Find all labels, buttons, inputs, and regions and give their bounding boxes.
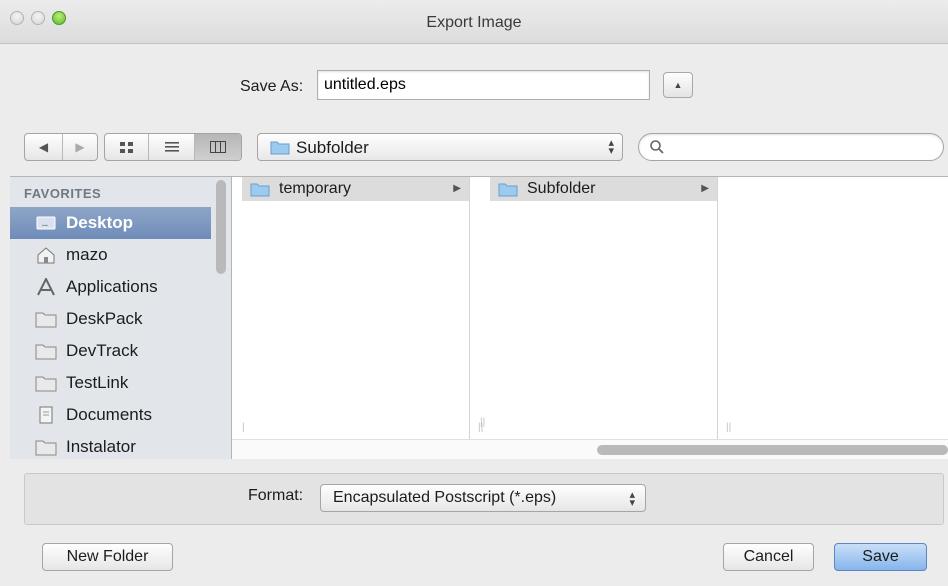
horizontal-scrollbar[interactable] (232, 439, 948, 459)
browser-column-3: || (726, 177, 948, 439)
sidebar-item-label: mazo (66, 245, 108, 264)
sidebar-item-label: Desktop (66, 213, 134, 232)
desktop-icon: ... (35, 214, 57, 232)
sidebar-item-label: Documents (66, 405, 152, 424)
location-label: Subfolder (296, 138, 369, 157)
title-bar: Export Image (0, 0, 948, 44)
format-label: Format: (248, 487, 304, 504)
column-resize-handle[interactable]: || (726, 422, 731, 433)
disclosure-arrow-icon: ▶ (701, 183, 709, 194)
sidebar-item-mazo[interactable]: mazo (10, 239, 211, 271)
collapse-dialog-button[interactable]: ▲ (663, 72, 693, 98)
sidebar-item-label: TestLink (66, 373, 129, 392)
location-popup[interactable]: Subfolder ▴ ▾ (257, 133, 623, 161)
column-view-button[interactable] (193, 134, 241, 160)
folder-icon (35, 438, 57, 456)
sidebar: FAVORITES ... Desktop mazo Applications … (10, 177, 232, 459)
sidebar-item-testlink[interactable]: TestLink (10, 367, 211, 399)
updown-arrows-icon: ▴ ▾ (608, 137, 614, 157)
folder-icon (250, 183, 270, 197)
browser-column-2: Subfolder ▶ || (478, 177, 718, 439)
browser-column-1: temporary ▶ | (242, 177, 470, 439)
sidebar-scrollbar[interactable] (216, 180, 226, 274)
back-arrow-icon: ◀ (38, 140, 49, 154)
navigation-toolbar: ◀ ▶ Subfolder ▴ ▾ (0, 133, 948, 163)
disclosure-arrow-icon: ▶ (453, 183, 461, 194)
new-folder-button[interactable]: New Folder (42, 543, 173, 571)
column-resize-handle[interactable]: | (242, 422, 245, 433)
svg-text:...: ... (42, 221, 48, 228)
search-field[interactable] (638, 133, 944, 161)
column-item-label: temporary (279, 180, 352, 197)
file-browser: FAVORITES ... Desktop mazo Applications … (10, 176, 948, 459)
columns-icon (209, 141, 226, 153)
cancel-button[interactable]: Cancel (723, 543, 814, 571)
sidebar-item-label: Instalator (66, 437, 136, 456)
back-forward-control: ◀ ▶ (24, 133, 98, 161)
sidebar-item-applications[interactable]: Applications (10, 271, 211, 303)
sidebar-item-documents[interactable]: Documents (10, 399, 211, 431)
sidebar-item-label: Applications (66, 277, 158, 296)
list-icon (164, 142, 179, 152)
save-as-row: Save As: ▲ (0, 70, 948, 102)
sidebar-item-deskpack[interactable]: DeskPack (10, 303, 211, 335)
folder-icon (35, 310, 57, 328)
window-title: Export Image (426, 14, 522, 31)
search-icon (650, 140, 664, 154)
column-item-label: Subfolder (527, 180, 596, 197)
folder-icon (498, 183, 518, 197)
column-item-subfolder[interactable]: Subfolder ▶ (490, 177, 717, 201)
format-value: Encapsulated Postscript (*.eps) (333, 489, 557, 506)
applications-icon (35, 278, 57, 296)
folder-icon (270, 141, 290, 155)
save-button[interactable]: Save (834, 543, 927, 571)
save-as-input[interactable] (317, 70, 650, 100)
folder-icon (35, 374, 57, 392)
icon-view-button[interactable] (105, 134, 148, 160)
sidebar-item-instalator[interactable]: Instalator (10, 431, 211, 463)
scrollbar-thumb[interactable] (597, 445, 948, 455)
favorites-header: FAVORITES (24, 186, 102, 201)
view-mode-control (104, 133, 242, 161)
back-button[interactable]: ◀ (25, 134, 62, 160)
grid-icon (120, 141, 134, 153)
column-item-temporary[interactable]: temporary ▶ (242, 177, 469, 201)
folder-icon (35, 342, 57, 360)
sidebar-item-desktop[interactable]: ... Desktop (10, 207, 211, 239)
format-popup[interactable]: Encapsulated Postscript (*.eps) ▴ ▾ (320, 484, 646, 512)
save-as-label: Save As: (240, 78, 304, 95)
sidebar-item-label: DevTrack (66, 341, 139, 360)
forward-arrow-icon: ▶ (75, 140, 85, 154)
list-view-button[interactable] (148, 134, 193, 160)
home-icon (35, 246, 57, 264)
sidebar-item-devtrack[interactable]: DevTrack (10, 335, 211, 367)
sidebar-item-label: DeskPack (66, 309, 143, 328)
chevron-up-icon: ▲ (673, 80, 683, 90)
documents-icon (35, 406, 57, 424)
updown-arrows-icon: ▴ ▾ (629, 489, 635, 509)
forward-button[interactable]: ▶ (61, 134, 97, 160)
